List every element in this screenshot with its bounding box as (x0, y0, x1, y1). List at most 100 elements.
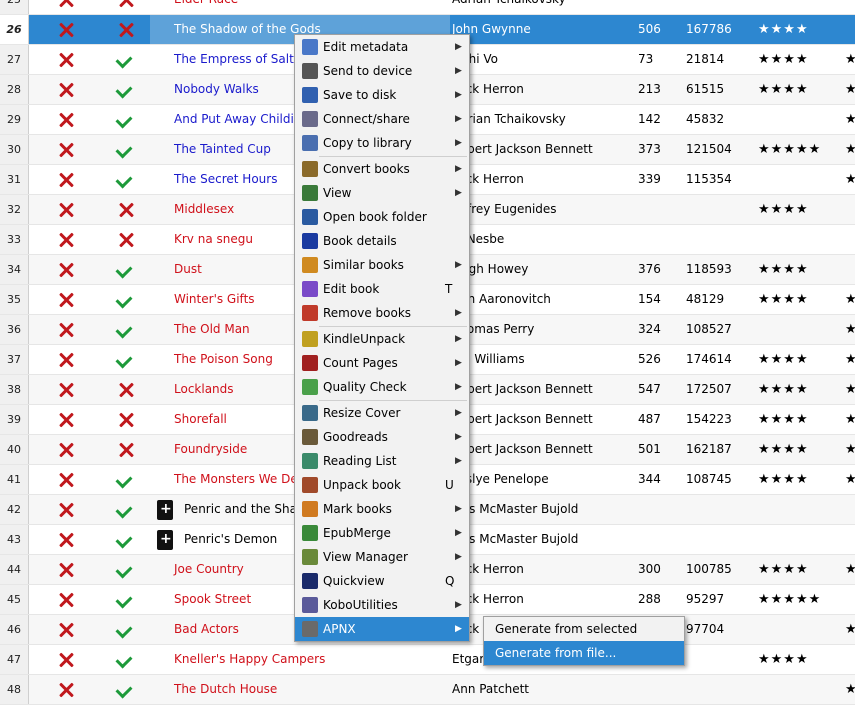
row-number[interactable]: 35 (0, 285, 29, 314)
row-number[interactable]: 41 (0, 465, 29, 494)
book-title[interactable]: Middlesex (174, 195, 234, 224)
cross-icon (56, 20, 76, 40)
book-title[interactable]: Winter's Gifts (174, 285, 255, 314)
row-number[interactable]: 38 (0, 375, 29, 404)
word-count: 118593 (686, 262, 732, 276)
book-title[interactable]: Kneller's Happy Campers (174, 645, 325, 674)
book-title[interactable]: The Tainted Cup (174, 135, 271, 164)
table-row[interactable]: 47Kneller's Happy CampersEtgar Keret★★★★ (0, 645, 855, 675)
book-author[interactable]: Lois McMaster Bujold (452, 495, 578, 524)
row-number[interactable]: 47 (0, 645, 29, 674)
book-file-icon (157, 530, 173, 550)
book-author[interactable]: Robert Jackson Bennett (452, 375, 593, 404)
cross-icon (56, 350, 76, 370)
row-number[interactable]: 32 (0, 195, 29, 224)
menu-item-unpack-book[interactable]: Unpack book U (295, 473, 469, 497)
menu-item-epubmerge[interactable]: EpubMerge ▶ (295, 521, 469, 545)
book-author[interactable]: Adrian Tchaikovsky (452, 0, 566, 14)
book-author[interactable]: Ann Patchett (452, 675, 529, 704)
menu-item-kindleunpack[interactable]: KindleUnpack ▶ (295, 327, 469, 351)
menu-item-view[interactable]: View ▶ (295, 181, 469, 205)
menu-item-label: Mark books (323, 502, 392, 516)
row-number[interactable]: 43 (0, 525, 29, 554)
table-row[interactable]: 48 The Dutch House Ann Patchett ★ (0, 675, 855, 705)
book-title[interactable]: Bad Actors (174, 615, 239, 644)
menu-item-remove-books[interactable]: Remove books ▶ (295, 301, 469, 325)
menu-item-edit-book[interactable]: Edit book T (295, 277, 469, 301)
book-title[interactable]: Elder Race (174, 0, 238, 14)
row-number[interactable]: 34 (0, 255, 29, 284)
book-title[interactable]: The Secret Hours (174, 165, 277, 194)
menu-item-book-details[interactable]: Book details (295, 229, 469, 253)
page-count: 154 (638, 292, 661, 306)
row-number[interactable]: 39 (0, 405, 29, 434)
row-number[interactable]: 27 (0, 45, 29, 74)
rating-stars: ★★★★ (758, 562, 809, 577)
book-title[interactable]: The Old Man (174, 315, 250, 344)
book-author[interactable]: Robert Jackson Bennett (452, 435, 593, 464)
word-count: 167786 (686, 22, 732, 36)
book-title[interactable]: The Dutch House (174, 675, 277, 704)
book-title[interactable]: Dust (174, 255, 202, 284)
book-author[interactable]: Robert Jackson Bennett (452, 135, 593, 164)
book-author[interactable]: Lois McMaster Bujold (452, 525, 578, 554)
row-number[interactable]: 31 (0, 165, 29, 194)
row-number[interactable]: 25 (0, 0, 29, 14)
row-number[interactable]: 28 (0, 75, 29, 104)
menu-item-resize-cover[interactable]: Resize Cover ▶ (295, 401, 469, 425)
menu-item-label: APNX (323, 622, 356, 636)
menu-shortcut: T (445, 282, 453, 296)
menu-item-mark-books[interactable]: Mark books ▶ (295, 497, 469, 521)
menu-item-save-to-disk[interactable]: Save to disk ▶ (295, 83, 469, 107)
row-number[interactable]: 36 (0, 315, 29, 344)
submenu-arrow-icon: ▶ (455, 308, 462, 318)
row-number[interactable]: 30 (0, 135, 29, 164)
menu-item-label: Unpack book (323, 478, 401, 492)
menu-item-connect-share[interactable]: Connect/share ▶ (295, 107, 469, 131)
table-row[interactable]: 25 Elder Race Adrian Tchaikovsky (0, 0, 855, 15)
row-number[interactable]: 44 (0, 555, 29, 584)
rating-stars: ★★★★ (758, 292, 809, 307)
book-title[interactable]: Krv na snegu (174, 225, 253, 254)
menu-item-count-pages[interactable]: Count Pages ▶ (295, 351, 469, 375)
menu-item-quality-check[interactable]: Quality Check ▶ (295, 375, 469, 399)
book-title[interactable]: The Monsters We Defy (174, 465, 309, 494)
menu-item-convert-books[interactable]: Convert books ▶ (295, 157, 469, 181)
row-number[interactable]: 33 (0, 225, 29, 254)
check-icon (115, 561, 133, 579)
row-number[interactable]: 45 (0, 585, 29, 614)
book-title[interactable]: Joe Country (174, 555, 244, 584)
generate-from-file-item[interactable]: Generate from file... (484, 641, 684, 665)
book-title[interactable]: Shorefall (174, 405, 227, 434)
menu-item-quickview[interactable]: Quickview Q (295, 569, 469, 593)
menu-item-koboutilities[interactable]: KoboUtilities ▶ (295, 593, 469, 617)
book-author[interactable]: Robert Jackson Bennett (452, 405, 593, 434)
menu-item-open-book-folder[interactable]: Open book folder (295, 205, 469, 229)
menu-item-copy-to-library[interactable]: Copy to library ▶ (295, 131, 469, 155)
menu-item-reading-list[interactable]: Reading List ▶ (295, 449, 469, 473)
cross-icon (56, 620, 76, 640)
row-number[interactable]: 26 (0, 15, 29, 44)
row-number[interactable]: 42 (0, 495, 29, 524)
menu-item-edit-metadata[interactable]: Edit metadata ▶ (295, 35, 469, 59)
menu-item-apnx[interactable]: APNX ▶ (295, 617, 469, 641)
book-title[interactable]: Nobody Walks (174, 75, 259, 104)
book-title[interactable]: Locklands (174, 375, 234, 404)
book-title[interactable]: Penric's Demon (184, 525, 277, 554)
submenu-arrow-icon: ▶ (455, 408, 462, 418)
row-number[interactable]: 46 (0, 615, 29, 644)
menu-item-similar-books[interactable]: Similar books ▶ (295, 253, 469, 277)
book-title[interactable]: Foundryside (174, 435, 247, 464)
row-number[interactable]: 40 (0, 435, 29, 464)
page-count: 300 (638, 562, 661, 576)
row-number[interactable]: 29 (0, 105, 29, 134)
book-title[interactable]: Spook Street (174, 585, 251, 614)
row-number[interactable]: 37 (0, 345, 29, 374)
menu-item-view-manager[interactable]: View Manager ▶ (295, 545, 469, 569)
generate-from-selected-books-item[interactable]: Generate from selected books... (484, 617, 684, 660)
book-title[interactable]: The Poison Song (174, 345, 273, 374)
row-number[interactable]: 48 (0, 675, 29, 704)
menu-item-send-to-device[interactable]: Send to device ▶ (295, 59, 469, 83)
context-menu: Edit metadata ▶ Send to device ▶ Save to dis… (294, 34, 470, 642)
menu-item-goodreads[interactable]: Goodreads ▶ (295, 425, 469, 449)
